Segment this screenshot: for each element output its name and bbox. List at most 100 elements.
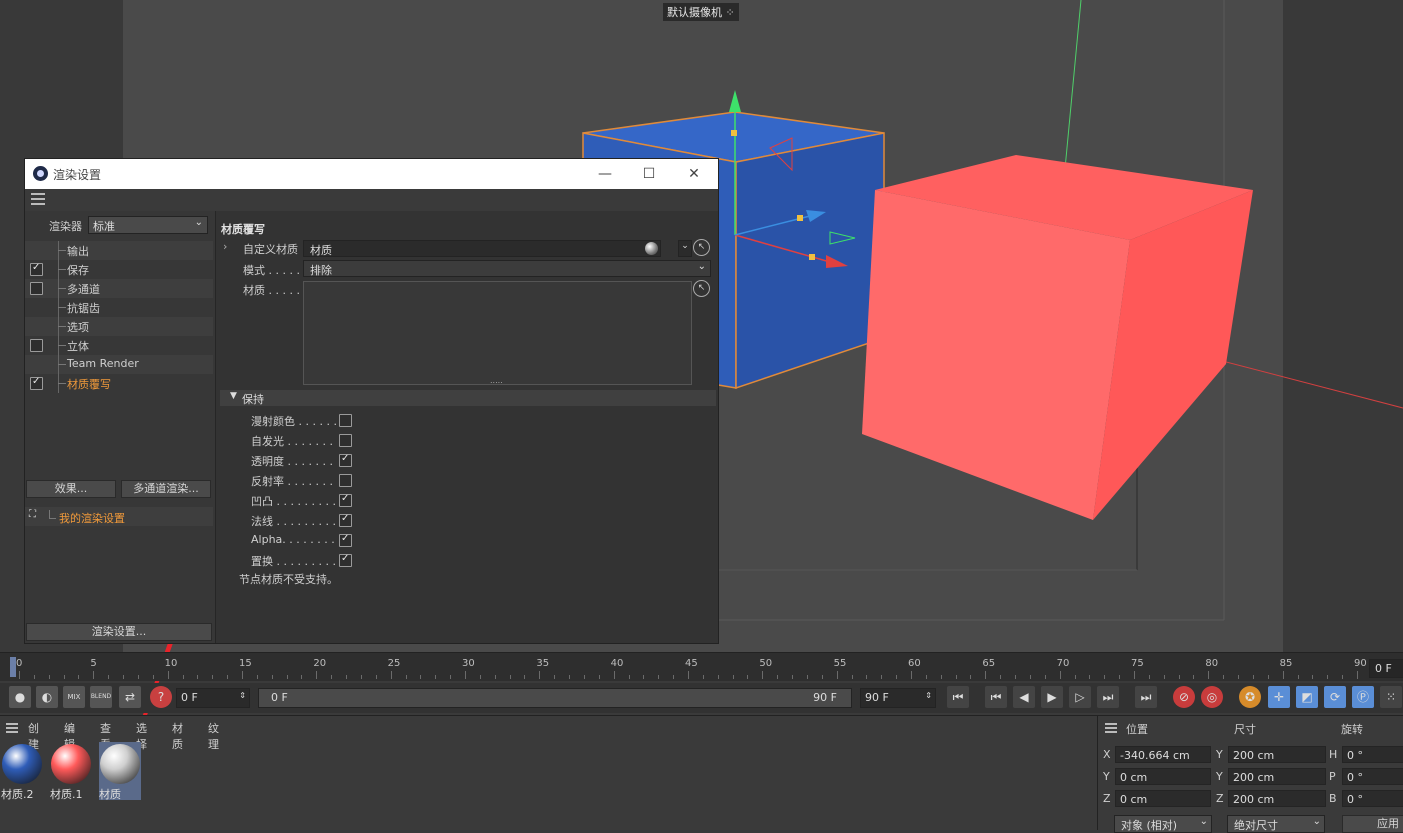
keep-section-header[interactable]: ▼ 保持 [220, 390, 716, 406]
keep-option-checkbox[interactable] [339, 513, 352, 527]
tree-item[interactable]: 选项 [25, 317, 213, 336]
material-menu-item[interactable]: 材质 [172, 720, 183, 752]
goto-end-icon[interactable]: ⏭ [1135, 686, 1157, 708]
size-field[interactable]: 200 cm [1228, 790, 1326, 807]
auto-key-icon[interactable]: ◎ [1201, 686, 1223, 708]
minimize-icon[interactable]: — [594, 163, 616, 185]
preset-row[interactable]: ⛶ 我的渲染设置 [25, 507, 213, 526]
keep-option-checkbox[interactable] [339, 493, 352, 507]
frame-range-slider[interactable]: 0 F 90 F [258, 688, 852, 708]
rotation-field[interactable]: 0 ° [1342, 790, 1403, 807]
next-key-icon[interactable]: ⏭ [1097, 686, 1119, 708]
tree-item[interactable]: 多通道 [25, 279, 213, 298]
tree-item-checkbox[interactable] [30, 339, 43, 352]
help-icon[interactable]: ? [150, 686, 172, 708]
timeline-tick [1267, 675, 1269, 679]
parameter-key-icon[interactable]: Ⓟ [1352, 686, 1374, 708]
timeline-tick [1178, 675, 1180, 679]
position-field[interactable]: 0 cm [1115, 768, 1211, 785]
tree-item-checkbox[interactable] [30, 262, 43, 276]
keep-option-checkbox[interactable] [339, 474, 352, 487]
tree-item[interactable]: 立体 [25, 336, 213, 355]
render-view-icon[interactable]: ● [9, 686, 31, 708]
position-field[interactable]: -340.664 cm [1115, 746, 1211, 763]
timeline-ruler[interactable]: 0 5 10 15 20 25 30 35 40 45 50 55 60 65 70 75 80 85 90 0 F [0, 652, 1403, 681]
camera-label[interactable]: 默认摄像机 ⁘ [663, 3, 739, 21]
keep-option-checkbox[interactable] [339, 434, 352, 447]
timeline-tick [465, 671, 466, 679]
position-field[interactable]: 0 cm [1115, 790, 1211, 807]
mode-select[interactable]: 排除 ⌄ [303, 260, 711, 277]
close-icon[interactable]: ✕ [683, 163, 705, 185]
prev-frame-icon[interactable]: ◀ [1013, 686, 1035, 708]
hamburger-menu-icon[interactable] [31, 193, 45, 205]
rotation-key-icon[interactable]: ⟳ [1324, 686, 1346, 708]
record-key-icon[interactable]: ⊘ [1173, 686, 1195, 708]
renderer-select[interactable]: 标准 ⌄ [88, 216, 208, 234]
tree-item[interactable]: 材质覆写 [25, 374, 213, 393]
size-mode-select[interactable]: 绝对尺寸 ⌄ [1227, 815, 1325, 833]
tree-item-label: 选项 [67, 321, 89, 334]
max-frame-field[interactable]: 90 F ⇕ [860, 688, 936, 708]
red-cube[interactable] [862, 155, 1253, 520]
prev-key-icon[interactable]: ⏮ [985, 686, 1007, 708]
resize-handle-icon[interactable]: ..... [490, 376, 503, 385]
timeline-end-field[interactable]: 0 F [1369, 659, 1403, 678]
tree-item[interactable]: Team Render [25, 355, 213, 374]
maximize-icon[interactable]: ☐ [638, 163, 660, 185]
next-frame-icon[interactable]: ▷ [1069, 686, 1091, 708]
custom-material-field[interactable]: 材质 [303, 240, 661, 257]
size-field[interactable]: 200 cm [1228, 768, 1326, 785]
chevron-right-icon[interactable]: › [223, 240, 227, 253]
shuffle-icon[interactable]: ⇄ [119, 686, 141, 708]
tree-item-checkbox[interactable] [30, 282, 43, 295]
material-swatch[interactable]: 材质 [99, 742, 141, 801]
keyframe-selection-icon[interactable]: ✪ [1239, 686, 1261, 708]
tree-item[interactable]: 输出 [25, 241, 213, 260]
keep-option-checkbox[interactable] [339, 453, 352, 467]
rotation-field[interactable]: 0 ° [1342, 768, 1403, 785]
object-mode-select[interactable]: 对象 (相对) ⌄ [1114, 815, 1212, 833]
timeline-tick [1312, 675, 1314, 679]
keep-option-checkbox[interactable] [339, 553, 352, 567]
tree-item[interactable]: 保存 [25, 260, 213, 279]
dialog-titlebar[interactable]: 渲染设置 — ☐ ✕ [25, 159, 718, 189]
mix-icon[interactable]: MIX [63, 686, 85, 708]
timeline-tick-label: 10 [164, 658, 178, 669]
goto-start-icon[interactable]: ⏮ [947, 686, 969, 708]
pick-cursor-icon[interactable]: ↖ [693, 239, 710, 256]
effects-button[interactable]: 效果... [26, 480, 116, 498]
hamburger-menu-icon[interactable] [6, 723, 18, 733]
material-swatch[interactable]: 材质.2 [1, 742, 43, 801]
keep-option-checkbox[interactable] [339, 414, 352, 427]
timeline-tick [1342, 675, 1344, 679]
render-active-icon[interactable]: ◐ [36, 686, 58, 708]
tree-item-checkbox[interactable] [30, 376, 43, 390]
timeline-tick [479, 675, 481, 679]
timeline-tick [1119, 675, 1121, 679]
tree-item[interactable]: 抗锯齿 [25, 298, 213, 317]
hamburger-menu-icon[interactable] [1105, 723, 1117, 733]
current-frame-field[interactable]: 0 F ⇕ [176, 688, 250, 708]
material-swatch[interactable]: 材质.1 [50, 742, 92, 801]
scale-key-icon[interactable]: ◩ [1296, 686, 1318, 708]
pick-cursor-icon[interactable]: ↖ [693, 280, 710, 297]
keep-option-checkbox[interactable] [339, 533, 352, 547]
point-level-icon[interactable]: ⁙ [1380, 686, 1402, 708]
timeline-tick-label: 25 [387, 658, 401, 669]
keep-option-row: Alpha. . . . . . . . [251, 531, 411, 549]
material-menu-item[interactable]: 纹理 [208, 720, 219, 752]
play-icon[interactable]: ▶ [1041, 686, 1063, 708]
render-settings-button[interactable]: 渲染设置... [26, 623, 212, 641]
material-list-box[interactable]: ..... [303, 281, 692, 385]
timeline-tick [688, 671, 689, 679]
rotation-field[interactable]: 0 ° [1342, 746, 1403, 763]
chevron-down-icon: ⌄ [697, 261, 706, 272]
apply-button[interactable]: 应用 [1342, 815, 1403, 833]
settings-tree-panel: 渲染器 标准 ⌄ 输出保存多通道抗锯齿选项立体 Team Render 材质覆写 效… [25, 211, 216, 643]
position-key-icon[interactable]: ✛ [1268, 686, 1290, 708]
chevron-down-icon[interactable]: ⌄ [678, 240, 692, 257]
size-field[interactable]: 200 cm [1228, 746, 1326, 763]
blend-icon[interactable]: BLEND [90, 686, 112, 708]
multipass-render-button[interactable]: 多通道渲染... [121, 480, 211, 498]
